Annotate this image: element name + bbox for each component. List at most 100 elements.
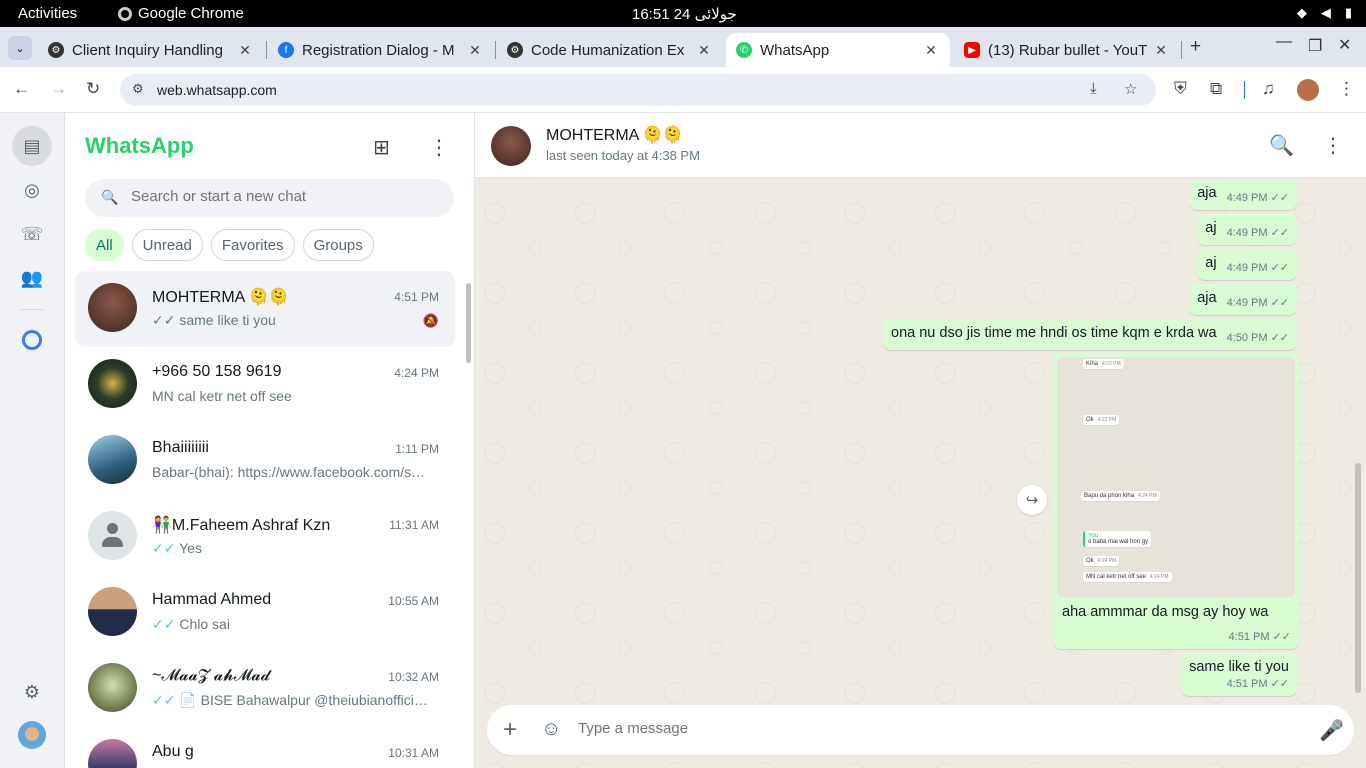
- mini-reply-quote: You o baba mai wal hon gy: [1083, 531, 1152, 547]
- chat-item[interactable]: MOHTERMA 🫠🫠 4:51 PM ✓✓ same like ti you …: [75, 271, 455, 347]
- chat-list-scrollbar[interactable]: [466, 283, 471, 363]
- tab-search-button[interactable]: ⌄: [8, 36, 32, 60]
- chat-name: 👫M.Faheem Ashraf Kzn: [152, 517, 331, 534]
- chat-time: 10:31 AM: [388, 746, 439, 760]
- message-time: 4:49 PM: [1226, 262, 1268, 274]
- menu-icon[interactable]: ⋮: [1323, 133, 1343, 158]
- tab-registration-dialog[interactable]: f Registration Dialog - M ✕: [270, 33, 492, 67]
- profile-avatar[interactable]: [1297, 79, 1319, 101]
- close-tab-icon[interactable]: ✕: [1152, 42, 1170, 59]
- attach-plus-icon[interactable]: +: [503, 716, 517, 744]
- sticker-emoji-icon[interactable]: ☺: [541, 718, 561, 741]
- new-tab-icon[interactable]: +: [1190, 36, 1201, 58]
- mini-quote-text: o baba mai wal hon gy: [1088, 539, 1149, 545]
- tab-client-inquiry[interactable]: ⚙ Client Inquiry Handling ✕: [40, 33, 262, 67]
- app-title: WhatsApp: [85, 133, 194, 158]
- activities-button[interactable]: Activities: [18, 5, 77, 22]
- close-tab-icon[interactable]: ✕: [695, 42, 713, 59]
- contact-name[interactable]: MOHTERMA 🫠🫠: [546, 125, 683, 145]
- new-chat-icon[interactable]: ⊞: [373, 135, 390, 160]
- chat-item[interactable]: +966 50 158 9619 4:24 PM MN cal ketr net…: [75, 347, 455, 423]
- outgoing-message[interactable]: aja 4:49 PM ✓✓: [1189, 179, 1297, 210]
- outgoing-message[interactable]: aj 4:49 PM ✓✓: [1197, 214, 1297, 245]
- site-info-icon[interactable]: ⚙: [132, 81, 144, 97]
- message-meta: 4:49 PM ✓✓: [1227, 226, 1289, 239]
- messages-scrollbar[interactable]: [1355, 463, 1361, 693]
- app-menu[interactable]: Google Chrome: [118, 5, 244, 22]
- bookmark-star-icon[interactable]: ☆: [1124, 80, 1137, 98]
- close-window-icon[interactable]: ✕: [1338, 35, 1351, 55]
- chat-item[interactable]: 👫M.Faheem Ashraf Kzn 11:31 AM ✓✓ Yes: [75, 499, 455, 575]
- close-tab-icon[interactable]: ✕: [922, 42, 940, 59]
- close-tab-icon[interactable]: ✕: [236, 42, 254, 59]
- microphone-icon[interactable]: 🎤: [1319, 718, 1344, 743]
- battery-icon: ▮: [1344, 5, 1352, 20]
- chat-preview: ✓✓ 📄 BISE Bahawalpur @theiubianofficial …: [152, 692, 432, 709]
- chat-name: Hammad Ahmed: [152, 591, 272, 608]
- system-top-bar: Activities Google Chrome 16:51 24 جولائی…: [0, 0, 1366, 27]
- preview-text: 📄 BISE Bahawalpur @theiubianofficial …: [179, 692, 432, 708]
- message-time: 4:50 PM: [1226, 332, 1268, 344]
- forward-icon[interactable]: →: [50, 79, 67, 99]
- outgoing-message[interactable]: aja 4:49 PM ✓✓: [1189, 284, 1297, 315]
- system-tray[interactable]: ◆ ◀ ▮: [1297, 5, 1352, 21]
- chat-item[interactable]: Hammad Ahmed 10:55 AM ✓✓ Chlo sai: [75, 575, 455, 651]
- double-tick-icon: ✓✓: [1270, 297, 1289, 309]
- chat-list-panel: WhatsApp ⊞ ⋮ 🔍 All Unread Favorites Grou…: [65, 113, 475, 768]
- search-input[interactable]: [131, 188, 431, 205]
- tab-code-humanization[interactable]: ⚙ Code Humanization Ex ✕: [499, 33, 721, 67]
- url-text[interactable]: web.whatsapp.com: [157, 82, 277, 98]
- chat-preview: ✓✓ Chlo sai: [152, 616, 432, 633]
- preview-text: same like ti you: [179, 312, 276, 328]
- conversation-header[interactable]: MOHTERMA 🫠🫠 last seen today at 4:38 PM 🔍…: [475, 113, 1366, 178]
- mini-text: Bapu da phon kiha: [1084, 493, 1135, 499]
- chats-icon[interactable]: ▤: [12, 126, 52, 166]
- filter-unread[interactable]: Unread: [131, 229, 203, 261]
- outgoing-message[interactable]: ona nu dso jis time me hndi os time kqm …: [883, 319, 1297, 350]
- contact-avatar[interactable]: [491, 126, 531, 166]
- minimize-icon[interactable]: —: [1276, 33, 1292, 51]
- message-input[interactable]: [578, 720, 1278, 737]
- youtube-icon: ▶: [964, 42, 980, 58]
- image-message[interactable]: Kiha 4:23 PM Ok 4:23 PM Bapu da phon kiha 4…: [1053, 353, 1299, 649]
- status-icon[interactable]: ◎: [17, 175, 47, 205]
- search-box[interactable]: 🔍: [85, 179, 454, 217]
- communities-icon[interactable]: 👥: [17, 263, 47, 293]
- clock[interactable]: 16:51 24 جولائی: [632, 5, 737, 23]
- search-icon[interactable]: 🔍: [1269, 133, 1294, 158]
- filter-all[interactable]: All: [85, 229, 124, 261]
- install-app-icon[interactable]: ⤓: [1090, 80, 1097, 97]
- channels-icon[interactable]: ☏: [17, 219, 47, 249]
- reload-icon[interactable]: ↻: [86, 79, 100, 99]
- avatar: [88, 663, 137, 712]
- extension-shield-icon[interactable]: ⛨: [1174, 79, 1187, 99]
- outgoing-message[interactable]: aj 4:49 PM ✓✓: [1197, 249, 1297, 280]
- filter-groups[interactable]: Groups: [302, 229, 374, 261]
- tab-whatsapp[interactable]: ✆ WhatsApp ✕: [726, 33, 950, 67]
- my-profile-avatar[interactable]: [18, 721, 46, 749]
- chrome-menu-icon[interactable]: ⋮: [1338, 79, 1355, 99]
- settings-icon[interactable]: ⚙: [17, 677, 47, 707]
- address-bar[interactable]: ⚙ web.whatsapp.com ⤓ ☆: [120, 74, 1156, 106]
- message-time: 4:51 PM: [1226, 678, 1268, 690]
- forward-icon[interactable]: ↪: [1017, 485, 1047, 515]
- maximize-icon[interactable]: ❐: [1308, 36, 1322, 56]
- chatgpt-icon: ⚙: [48, 42, 64, 58]
- outgoing-message[interactable]: same like ti you 4:51 PM ✓✓: [1181, 653, 1297, 696]
- close-tab-icon[interactable]: ✕: [466, 42, 484, 59]
- toolbar-divider: [1244, 81, 1245, 99]
- media-controls-icon[interactable]: ♫: [1262, 79, 1275, 99]
- chat-name: +966 50 158 9619: [152, 363, 282, 380]
- menu-icon[interactable]: ⋮: [429, 135, 449, 160]
- meta-ai-icon[interactable]: [17, 325, 47, 355]
- chat-name: Abu g: [152, 743, 194, 760]
- extensions-puzzle-icon[interactable]: ⧉: [1210, 79, 1222, 99]
- chat-item[interactable]: Abu g 10:31 AM: [75, 727, 455, 768]
- chat-item[interactable]: ~𝓜𝓪𝓪𝓩 𝓪𝓱𝓜𝓪𝓭 10:32 AM ✓✓ 📄 BISE Bahawalpu…: [75, 651, 455, 727]
- chat-preview: ✓✓ same like ti you: [152, 312, 432, 329]
- tab-youtube[interactable]: ▶ (13) Rubar bullet - YouT ✕: [956, 33, 1178, 67]
- filter-favorites[interactable]: Favorites: [210, 229, 295, 261]
- chat-item[interactable]: Bhaiiiiiiii 1:11 PM Babar-(bhai): https:…: [75, 423, 455, 499]
- back-icon[interactable]: ←: [13, 79, 30, 99]
- screenshot-image[interactable]: Kiha 4:23 PM Ok 4:23 PM Bapu da phon kiha 4…: [1057, 357, 1295, 597]
